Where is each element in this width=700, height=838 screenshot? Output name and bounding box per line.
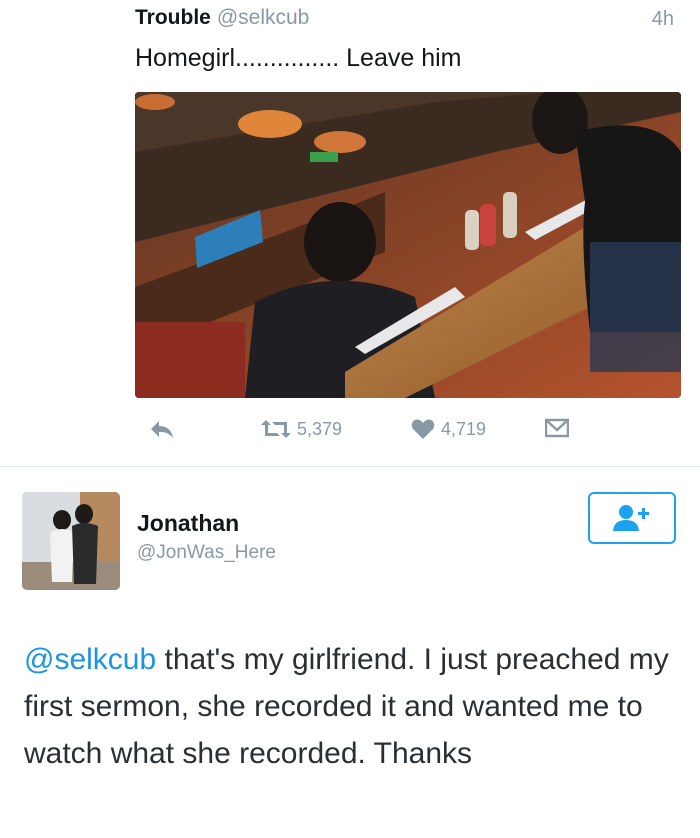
tweet-header: Trouble @selkcub (135, 6, 309, 30)
follow-button[interactable] (588, 492, 676, 544)
add-user-icon (613, 505, 649, 531)
restaurant-photo-illustration (135, 92, 681, 398)
mention-link[interactable]: @selkcub (24, 643, 156, 676)
direct-message-icon (545, 418, 569, 438)
avatar-photo (22, 492, 120, 590)
retweet-icon (261, 420, 291, 438)
reply-text: @selkcub that's my girlfriend. I just pr… (24, 636, 684, 777)
tweet-text: Homegirl............... Leave him (135, 44, 462, 72)
reply-author-name[interactable]: Jonathan (137, 510, 239, 537)
avatar[interactable] (22, 492, 120, 590)
reply-author-handle[interactable]: @JonWas_Here (137, 542, 276, 564)
retweet-button[interactable]: 5,379 (261, 418, 342, 440)
reply-button[interactable] (149, 418, 175, 440)
retweet-count: 5,379 (297, 418, 343, 439)
direct-message-button[interactable] (545, 418, 569, 438)
like-count: 4,719 (441, 418, 487, 439)
heart-icon (411, 419, 435, 439)
tweet-timestamp[interactable]: 4h (652, 8, 674, 31)
original-tweet: Trouble @selkcub 4h Homegirl.............… (0, 0, 700, 468)
like-button[interactable]: 4,719 (411, 418, 486, 440)
tweet-photo[interactable] (135, 92, 681, 398)
author-name[interactable]: Trouble (135, 6, 211, 29)
reply-icon (151, 421, 173, 438)
tweet-divider (0, 466, 700, 467)
reply-tweet: Jonathan @JonWas_Here @selkcub that's my… (0, 468, 700, 838)
author-handle[interactable]: @selkcub (217, 6, 310, 29)
tweet-actions: 5,379 4,719 (135, 418, 681, 450)
